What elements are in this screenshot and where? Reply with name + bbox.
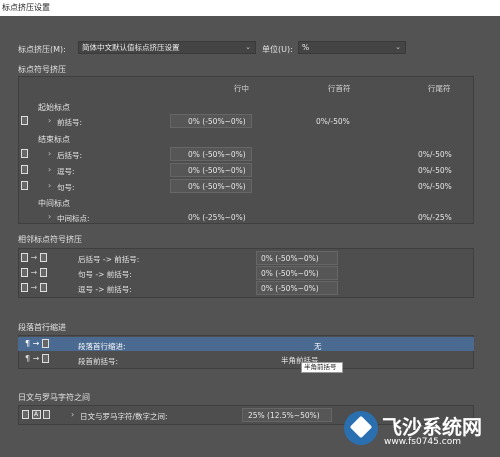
col-header-start: 行首符 bbox=[328, 84, 351, 93]
chevron-right-icon[interactable]: › bbox=[48, 149, 51, 158]
comma-icon bbox=[21, 165, 28, 174]
indent-label: 段首前括号: bbox=[78, 357, 119, 366]
field-mid-value: 0% (-50%~0%) bbox=[188, 117, 246, 126]
mojikumi-label: 标点挤压(M): bbox=[18, 45, 66, 54]
unit-label: 单位(U): bbox=[262, 45, 293, 54]
chevron-right-icon[interactable]: › bbox=[48, 165, 51, 174]
row-label: 中间标点: bbox=[57, 214, 90, 223]
field-mid-value: 0% (-50%~0%) bbox=[188, 150, 246, 159]
watermark-brand: 飞沙系统网 bbox=[382, 415, 482, 439]
adjacent-section-title: 相邻标点符号挤压 bbox=[18, 235, 82, 244]
chevron-right-icon[interactable]: › bbox=[48, 116, 51, 125]
roman-letter: A bbox=[31, 410, 41, 419]
indent-label: 段落首行缩进: bbox=[78, 342, 126, 351]
row-label: 逗号: bbox=[57, 167, 75, 176]
comma-bracket-icon: → bbox=[21, 283, 47, 292]
paragraph-indent-icon: ¶ → bbox=[25, 339, 49, 348]
chevron-down-icon: ⌄ bbox=[245, 43, 251, 51]
field-mid-value: 0% (-50%~0%) bbox=[188, 182, 246, 191]
open-bracket-icon bbox=[21, 116, 28, 125]
group-title-start: 起始标点 bbox=[38, 103, 70, 112]
roman-label: 日文与罗马字符/数字之间: bbox=[80, 412, 168, 421]
col-header-mid: 行中 bbox=[234, 84, 249, 93]
mojikumi-value: 简体中文默认值标点挤压设置 bbox=[82, 43, 180, 52]
adjacent-value: 0% (-50%~0%) bbox=[261, 254, 319, 263]
row-label: 前括号: bbox=[57, 118, 83, 127]
window-title: 标点挤压设置 bbox=[0, 0, 500, 16]
brand-logo-icon bbox=[344, 411, 378, 445]
ja-roman-icon: A bbox=[22, 410, 51, 419]
adjacent-value: 0% (-50%~0%) bbox=[261, 284, 319, 293]
col-header-end: 行尾符 bbox=[428, 84, 451, 93]
row-label: 句号: bbox=[57, 183, 75, 192]
field-mid-value[interactable]: 0% (-25%~0%) bbox=[188, 213, 246, 222]
period-bracket-icon: → bbox=[21, 268, 47, 277]
row-label: 后括号: bbox=[57, 151, 83, 160]
roman-section-title: 日文与罗马字符之间 bbox=[18, 393, 90, 402]
adjacent-label: 逗号 -> 前括号: bbox=[78, 285, 132, 294]
field-end-value[interactable]: 0%/-50% bbox=[418, 182, 452, 191]
unit-value: % bbox=[302, 43, 310, 52]
group-title-middle: 中间标点 bbox=[38, 199, 70, 208]
roman-value: 25% (12.5%~50%) bbox=[248, 411, 320, 420]
period-icon bbox=[21, 181, 28, 190]
mojikumi-select[interactable]: 简体中文默认值标点挤压设置 ⌄ bbox=[78, 41, 256, 54]
field-end-value[interactable]: 0%/-50% bbox=[418, 150, 452, 159]
chevron-right-icon[interactable]: › bbox=[71, 410, 74, 419]
close-bracket-icon bbox=[21, 149, 28, 158]
group-title-end: 结束标点 bbox=[38, 135, 70, 144]
watermark-url: www.fs0745.com bbox=[384, 437, 461, 447]
watermark: 飞沙系统网 www.fs0745.com bbox=[344, 405, 494, 453]
indent-value[interactable]: 无 bbox=[314, 341, 322, 352]
field-mid-value: 0% (-50%~0%) bbox=[188, 166, 246, 175]
adjacent-label: 句号 -> 前括号: bbox=[78, 270, 132, 279]
chevron-right-icon[interactable]: › bbox=[48, 212, 51, 221]
indent-section-title: 段落首行缩进 bbox=[18, 323, 66, 332]
field-start-value[interactable]: 0%/-50% bbox=[316, 117, 350, 126]
unit-select[interactable]: % ⌄ bbox=[298, 41, 406, 54]
punct-section-title: 标点符号挤压 bbox=[18, 65, 66, 74]
field-end-value[interactable]: 0%/-25% bbox=[418, 213, 452, 222]
adjacent-value: 0% (-50%~0%) bbox=[261, 269, 319, 278]
chevron-right-icon[interactable]: › bbox=[48, 181, 51, 190]
bracket-pair-icon: → bbox=[21, 253, 47, 262]
adjacent-label: 后括号 -> 前括号: bbox=[78, 255, 140, 264]
tooltip: 半角前括号 bbox=[301, 362, 343, 373]
field-end-value[interactable]: 0%/-50% bbox=[418, 166, 452, 175]
paragraph-bracket-icon: ¶ → bbox=[25, 354, 49, 363]
chevron-down-icon: ⌄ bbox=[395, 43, 401, 51]
